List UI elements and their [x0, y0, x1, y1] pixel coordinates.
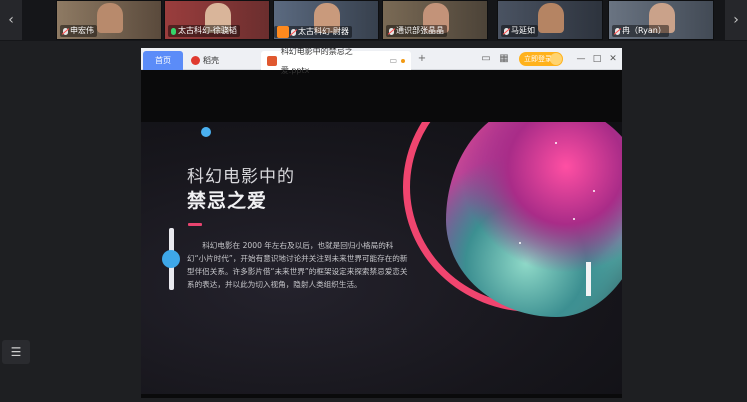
mic-muted-icon — [504, 27, 509, 35]
participant-label: 太古科幻-徐骁韬 — [168, 25, 240, 37]
window-bottom-bar — [141, 394, 622, 398]
presentation-window: 首页 稻壳 科幻电影中的禁忌之爱.pptx ▭ + ▭ ▦ 立即登录 — □ ✕ — [141, 48, 622, 398]
decorative-bar — [586, 262, 591, 296]
participant-name: 申宏伟 — [70, 26, 94, 35]
strip-next-button[interactable]: › — [725, 0, 747, 40]
slide-body-text: 科幻电影在 2000 年左右及以后，也就是回归小格局的科幻“小片时代”，开始有意… — [187, 241, 408, 289]
layout-icon[interactable]: ▭ — [479, 52, 493, 66]
sparkle — [593, 190, 595, 192]
tab-docer-label: 稻壳 — [203, 56, 219, 65]
avatar — [538, 3, 564, 33]
mic-on-icon — [171, 27, 176, 35]
tab-home[interactable]: 首页 — [143, 51, 183, 70]
participant-name: 冉（Ryan） — [622, 26, 666, 35]
avatar-icon — [550, 53, 562, 65]
avatar — [97, 3, 123, 33]
participant-tile[interactable]: 通识部张晶晶 — [382, 0, 488, 40]
decorative-dot — [201, 127, 211, 137]
docer-logo-icon — [191, 56, 200, 65]
participant-name: 太古科幻-尉器 — [298, 27, 349, 36]
mic-muted-icon — [63, 27, 68, 35]
list-menu-icon[interactable]: ☰ — [2, 340, 30, 364]
participant-tile[interactable]: 申宏伟 — [56, 0, 162, 40]
participant-tile[interactable]: 太古科幻-尉器 — [273, 0, 379, 40]
mic-muted-icon — [291, 28, 296, 36]
slider-knob — [162, 250, 180, 268]
participant-name: 太古科幻-徐骁韬 — [178, 26, 237, 35]
tab-file-label: 科幻电影中的禁忌之爱.pptx — [280, 48, 353, 75]
sparkle — [519, 242, 521, 244]
participant-name: 马延如 — [511, 26, 535, 35]
grid-icon[interactable]: ▦ — [497, 52, 511, 66]
sparkle — [573, 218, 575, 220]
title-underline — [188, 223, 202, 226]
participant-label: 通识部张晶晶 — [386, 25, 447, 37]
minimize-button[interactable]: — — [575, 52, 587, 66]
maximize-button[interactable]: □ — [591, 52, 603, 66]
participant-tile[interactable]: 冉（Ryan） — [608, 0, 714, 40]
close-button[interactable]: ✕ — [607, 52, 619, 66]
mic-muted-icon — [389, 27, 394, 35]
tab-docer[interactable]: 稻壳 — [185, 51, 255, 70]
tab-file[interactable]: 科幻电影中的禁忌之爱.pptx ▭ — [261, 48, 411, 75]
participant-label: 冉（Ryan） — [612, 25, 669, 37]
participant-label: 太古科幻-尉器 — [274, 26, 352, 38]
slide-canvas: 科幻电影中的 禁忌之爱 科幻电影在 2000 年左右及以后，也就是回归小格局的科… — [141, 122, 622, 394]
participant-name: 通识部张晶晶 — [396, 26, 444, 35]
login-button[interactable]: 立即登录 — [519, 52, 563, 66]
login-label: 立即登录 — [524, 55, 552, 63]
unsaved-dot-icon — [401, 58, 405, 63]
new-tab-button[interactable]: + — [415, 52, 429, 66]
participant-label: 申宏伟 — [60, 25, 97, 37]
screen-icon[interactable]: ▭ — [390, 51, 398, 70]
slide-title-line2: 禁忌之爱 — [187, 190, 268, 212]
pptx-file-icon — [267, 55, 277, 66]
user-icon — [277, 26, 289, 38]
participant-tile[interactable]: 太古科幻-徐骁韬 — [164, 0, 270, 40]
meeting-screen: ‹ 申宏伟 太古科幻-徐骁韬 太古科幻-尉器 通识部张晶晶 马延如 冉（Ryan… — [0, 0, 747, 402]
mic-muted-icon — [615, 27, 620, 35]
strip-prev-button[interactable]: ‹ — [0, 0, 22, 40]
participant-label: 马延如 — [501, 25, 538, 37]
sparkle — [555, 142, 557, 144]
title-bar: 首页 稻壳 科幻电影中的禁忌之爱.pptx ▭ + ▭ ▦ 立即登录 — □ ✕ — [141, 48, 622, 75]
participant-tile[interactable]: 马延如 — [497, 0, 603, 40]
participant-strip: ‹ 申宏伟 太古科幻-徐骁韬 太古科幻-尉器 通识部张晶晶 马延如 冉（Ryan… — [0, 0, 747, 41]
slide-title-line1: 科幻电影中的 — [187, 167, 295, 187]
